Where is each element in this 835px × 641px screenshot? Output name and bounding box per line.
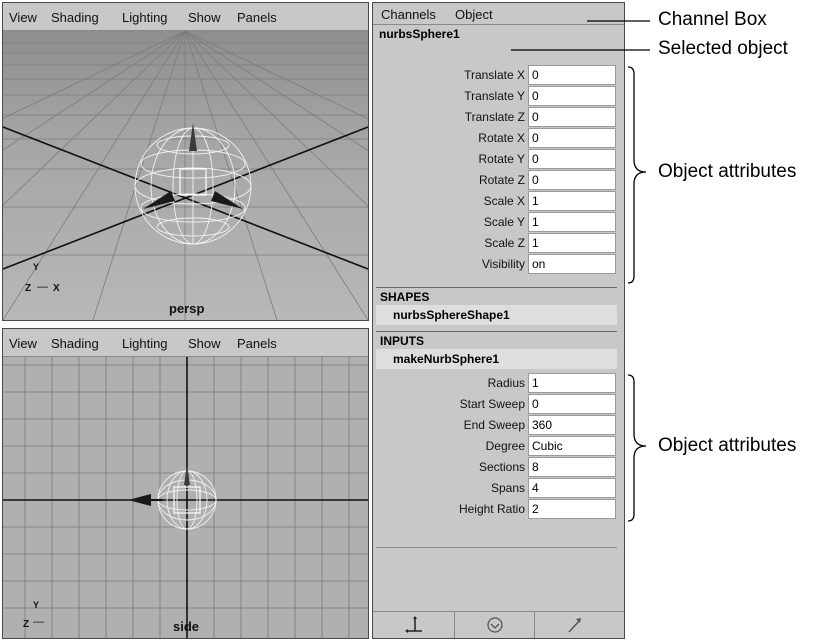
- shapes-section-header: SHAPES: [376, 287, 617, 305]
- attribute-label[interactable]: Scale X: [484, 194, 525, 208]
- arrow-icon: [568, 618, 581, 633]
- attribute-value-field[interactable]: 0: [528, 170, 616, 190]
- axis-y-label: Y: [33, 600, 40, 610]
- menu-lighting[interactable]: Lighting: [122, 10, 168, 25]
- attribute-value-field[interactable]: 8: [528, 457, 616, 477]
- attribute-label[interactable]: Start Sweep: [460, 397, 525, 411]
- axis-gizmo-icon: —: [37, 281, 48, 293]
- side-canvas[interactable]: Y Z — side: [3, 357, 368, 638]
- menu-panels[interactable]: Panels: [237, 336, 277, 351]
- attribute-value-field[interactable]: 0: [528, 394, 616, 414]
- menu-shading[interactable]: Shading: [51, 336, 99, 351]
- menu-view[interactable]: View: [9, 10, 37, 25]
- selected-object-name[interactable]: nurbsSphere1: [379, 27, 460, 41]
- input-attribute-row: Spans 4: [376, 478, 617, 498]
- attribute-value-field[interactable]: 0: [528, 107, 616, 127]
- annotation-object-attributes: Object attributes: [658, 161, 797, 182]
- attribute-label[interactable]: Spans: [491, 481, 525, 495]
- axis-x-label: X: [53, 283, 60, 294]
- shape-node-name[interactable]: nurbsSphereShape1: [376, 305, 617, 325]
- attribute-row: Scale Y 1: [376, 212, 617, 232]
- attribute-label[interactable]: Sections: [479, 460, 525, 474]
- attribute-value-field[interactable]: 1: [528, 212, 616, 232]
- attribute-label[interactable]: Visibility: [482, 257, 525, 271]
- attribute-value-field[interactable]: 0: [528, 65, 616, 85]
- arrow-button[interactable]: [535, 612, 615, 638]
- attribute-value-field[interactable]: 1: [528, 191, 616, 211]
- menu-object[interactable]: Object: [455, 7, 493, 22]
- annotation-object-attributes: Object attributes: [658, 435, 797, 456]
- attribute-label[interactable]: Radius: [488, 376, 525, 390]
- attribute-label[interactable]: Degree: [486, 439, 525, 453]
- axis-z-label: Z: [23, 619, 30, 630]
- side-viewport[interactable]: View Shading Lighting Show Panels Y Z — …: [2, 328, 369, 639]
- input-attribute-row: Sections 8: [376, 457, 617, 477]
- attribute-row: Rotate X 0: [376, 128, 617, 148]
- attribute-row: Translate X 0: [376, 65, 617, 85]
- channel-box-toolbar: [373, 611, 624, 638]
- annotation-channel-box: Channel Box: [658, 9, 767, 30]
- move-tool-icon: [404, 616, 422, 633]
- attribute-label[interactable]: Scale Z: [484, 236, 525, 250]
- attribute-value-field[interactable]: 2: [528, 499, 616, 519]
- viewport-camera-label: persp: [169, 301, 205, 316]
- attribute-label[interactable]: Translate X: [464, 68, 525, 82]
- attribute-label[interactable]: Height Ratio: [459, 502, 525, 516]
- channel-box-menu-bar: Channels Object: [373, 3, 624, 25]
- viewport-camera-label: side: [173, 619, 200, 634]
- attribute-value-field[interactable]: 0: [528, 149, 616, 169]
- perspective-canvas[interactable]: Y Z — X persp: [3, 31, 368, 320]
- axis-gizmo-icon: —: [33, 616, 44, 628]
- input-attributes-bracket: [627, 374, 647, 522]
- annotation-selected-object: Selected object: [658, 38, 788, 59]
- attribute-value-field[interactable]: 1: [528, 233, 616, 253]
- attribute-value-field[interactable]: on: [528, 254, 616, 274]
- inputs-section-header: INPUTS: [376, 331, 617, 349]
- move-tool-button[interactable]: [375, 612, 455, 638]
- attribute-value-field[interactable]: 0: [528, 86, 616, 106]
- menu-panels[interactable]: Panels: [237, 10, 277, 25]
- axis-y-label: Y: [33, 262, 40, 272]
- attribute-value-field[interactable]: 360: [528, 415, 616, 435]
- attribute-row: Scale Z 1: [376, 233, 617, 253]
- menu-show[interactable]: Show: [188, 10, 221, 25]
- channel-box-panel: Channels Object nurbsSphere1 Translate X…: [372, 2, 625, 639]
- attribute-row: Translate Y 0: [376, 86, 617, 106]
- input-attribute-row: End Sweep 360: [376, 415, 617, 435]
- gauge-button[interactable]: [455, 612, 535, 638]
- axis-z-label: Z: [25, 283, 32, 294]
- attribute-value-field[interactable]: 0: [528, 128, 616, 148]
- attribute-label[interactable]: End Sweep: [464, 418, 525, 432]
- gauge-icon: [486, 617, 503, 633]
- viewport-menu-bar: View Shading Lighting Show Panels: [3, 3, 368, 31]
- menu-lighting[interactable]: Lighting: [122, 336, 168, 351]
- attribute-row: Rotate Z 0: [376, 170, 617, 190]
- divider: [376, 547, 617, 548]
- attribute-label[interactable]: Rotate Z: [479, 173, 525, 187]
- attribute-row: Visibility on: [376, 254, 617, 274]
- input-attribute-row: Height Ratio 2: [376, 499, 617, 519]
- input-attribute-row: Start Sweep 0: [376, 394, 617, 414]
- attribute-label[interactable]: Rotate X: [478, 131, 525, 145]
- attribute-row: Translate Z 0: [376, 107, 617, 127]
- object-attributes-bracket: [627, 66, 647, 284]
- attribute-label[interactable]: Translate Y: [464, 89, 525, 103]
- attribute-value-field[interactable]: 4: [528, 478, 616, 498]
- perspective-viewport[interactable]: View Shading Lighting Show Panels Y Z — …: [2, 2, 369, 321]
- attribute-row: Rotate Y 0: [376, 149, 617, 169]
- attribute-row: Scale X 1: [376, 191, 617, 211]
- menu-show[interactable]: Show: [188, 336, 221, 351]
- input-node-name[interactable]: makeNurbSphere1: [376, 349, 617, 369]
- viewport-menu-bar: View Shading Lighting Show Panels: [3, 329, 368, 357]
- input-attribute-row: Degree Cubic: [376, 436, 617, 456]
- menu-channels[interactable]: Channels: [381, 7, 436, 22]
- attribute-value-field[interactable]: 1: [528, 373, 616, 393]
- menu-view[interactable]: View: [9, 336, 37, 351]
- attribute-value-field[interactable]: Cubic: [528, 436, 616, 456]
- input-attribute-row: Radius 1: [376, 373, 617, 393]
- attribute-label[interactable]: Translate Z: [465, 110, 525, 124]
- attribute-label[interactable]: Rotate Y: [479, 152, 525, 166]
- attribute-label[interactable]: Scale Y: [484, 215, 525, 229]
- menu-shading[interactable]: Shading: [51, 10, 99, 25]
